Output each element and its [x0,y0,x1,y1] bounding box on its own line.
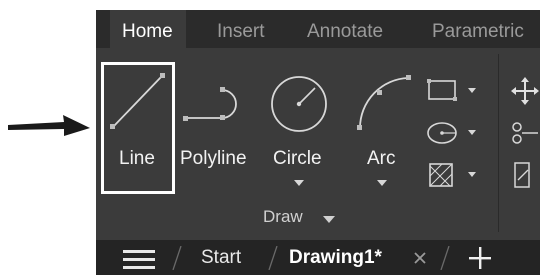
arc-label: Arc [367,148,396,169]
move-icon[interactable] [510,76,540,106]
chevron-down-icon [323,216,335,223]
tab-parametric[interactable]: Parametric [432,10,524,48]
polyline-icon [183,87,237,121]
polyline-label: Polyline [180,148,247,169]
tab-divider [172,246,182,270]
arc-dropdown-icon[interactable] [377,180,387,186]
tab-insert[interactable]: Insert [217,10,265,48]
line-tool-highlight [101,62,175,194]
document-tab-bar: Start Drawing1* [96,240,540,275]
draw-panel: Line Polyline Circle Arc Draw [96,48,540,240]
rectangle-icon[interactable] [426,76,480,106]
hamburger-menu-icon[interactable] [123,248,155,270]
ellipse-icon[interactable] [426,118,480,148]
tab-home[interactable]: Home [110,10,186,48]
tab-divider [268,246,278,270]
copy-icon[interactable] [510,118,540,148]
circle-label: Circle [273,148,322,169]
ribbon-tab-bar: Home Insert Annotate Parametric [96,10,540,48]
circle-tool-button[interactable]: Circle [268,64,332,204]
circle-dropdown-icon[interactable] [294,180,304,186]
close-icon[interactable] [414,252,426,264]
arc-tool-button[interactable]: Arc [351,64,415,204]
polyline-tool-button[interactable]: Polyline [180,64,254,192]
ribbon: Home Insert Annotate Parametric Line Pol… [96,10,540,275]
draw-panel-label: Draw [263,207,303,226]
draw-panel-title[interactable]: Draw [263,207,343,231]
circle-icon [271,76,327,132]
doc-tab-start[interactable]: Start [201,240,241,275]
doc-tab-drawing1[interactable]: Drawing1* [289,240,382,275]
stretch-icon[interactable] [510,160,540,190]
panel-separator [498,54,499,232]
plus-icon[interactable] [469,247,491,269]
arc-icon [357,75,411,130]
tab-divider [440,246,450,270]
hatch-icon[interactable] [426,160,480,190]
tab-annotate[interactable]: Annotate [307,10,383,48]
pointer-arrow-icon [8,115,90,136]
